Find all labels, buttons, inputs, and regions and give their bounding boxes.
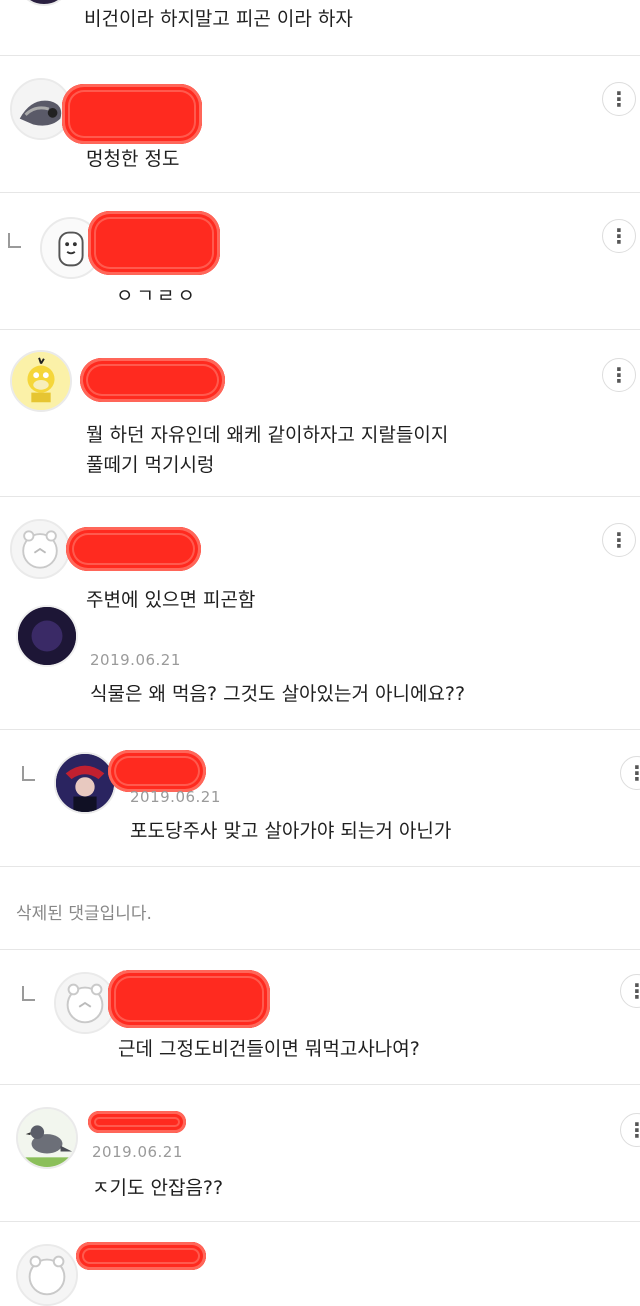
comment-item: 2019.06.21 ㅈ기도 안잡음?? ⋮	[0, 1085, 640, 1221]
reply-indicator-icon	[22, 766, 35, 781]
comment-text: ㅇㄱㄹㅇ	[116, 285, 198, 307]
more-options-button[interactable]: ⋮	[602, 219, 636, 253]
comment-item: 주변에 있으면 피곤함 ⋮	[0, 497, 640, 637]
comment-item: 멍청한 정도 ⋮	[0, 56, 640, 192]
comment-item: ㅇㄱㄹㅇ ⋮	[0, 193, 640, 329]
redacted-username	[66, 527, 201, 571]
deleted-comment: 삭제된 댓글입니다.	[0, 867, 640, 949]
more-vertical-icon: ⋮	[609, 363, 629, 387]
redacted-username	[108, 970, 270, 1028]
redacted-username	[80, 358, 225, 402]
more-vertical-icon: ⋮	[609, 528, 629, 552]
redacted-username	[108, 750, 206, 792]
psyduck-avatar-icon[interactable]	[10, 350, 72, 412]
more-vertical-icon: ⋮	[609, 87, 629, 111]
more-options-button[interactable]: ⋮	[620, 756, 640, 790]
comment-text: 비건이라 하지말고 피곤 이라 하자	[84, 8, 353, 30]
comment-text: 주변에 있으면 피곤함	[86, 589, 256, 611]
comment-text-line-1: 뭘 하던 자유인데 왜케 같이하자고 지랄들이지	[86, 424, 449, 446]
pigeon-avatar-icon[interactable]	[16, 1107, 78, 1169]
dark-photo-avatar-icon[interactable]	[54, 752, 116, 814]
comment-item	[0, 1222, 640, 1306]
comment-text: 멍청한 정도	[86, 148, 180, 170]
more-options-button[interactable]: ⋮	[620, 1113, 640, 1147]
reply-indicator-icon	[22, 986, 35, 1001]
more-vertical-icon: ⋮	[609, 224, 629, 248]
more-options-button[interactable]: ⋮	[602, 82, 636, 116]
redacted-username	[62, 84, 202, 144]
comment-item: 2019.06.21 식물은 왜 먹음? 그것도 살아있는거 아니에요??	[0, 605, 640, 729]
more-options-button[interactable]: ⋮	[620, 974, 640, 1008]
more-vertical-icon: ⋮	[627, 761, 640, 785]
comment-item: 근데 그정도비건들이면 뭐먹고사나여? ⋮	[0, 950, 640, 1084]
comment-text-line-2: 풀떼기 먹기시렁	[86, 454, 215, 476]
comment-item: 비건이라 하지말고 피곤 이라 하자	[0, 0, 640, 56]
comment-date: 2019.06.21	[90, 651, 181, 669]
more-vertical-icon: ⋮	[627, 979, 640, 1003]
more-options-button[interactable]: ⋮	[602, 523, 636, 557]
comment-text: 식물은 왜 먹음? 그것도 살아있는거 아니에요??	[90, 683, 466, 705]
comment-date: 2019.06.21	[92, 1143, 183, 1161]
dark-photo-avatar-icon[interactable]	[16, 605, 78, 667]
default-bear-avatar-icon[interactable]	[16, 1244, 78, 1306]
default-bear-avatar-icon[interactable]	[10, 519, 70, 579]
comment-text: 포도당주사 맞고 살아가야 되는거 아닌가	[130, 820, 452, 842]
redacted-username	[88, 211, 220, 275]
deleted-comment-text: 삭제된 댓글입니다.	[16, 904, 152, 924]
comment-text: ㅈ기도 안잡음??	[92, 1177, 224, 1199]
more-vertical-icon: ⋮	[627, 1118, 640, 1142]
comment-date: 2019.06.21	[130, 788, 221, 806]
redacted-username	[88, 1111, 186, 1133]
avatar[interactable]	[16, 0, 72, 6]
more-options-button[interactable]: ⋮	[602, 358, 636, 392]
default-bear-avatar-icon[interactable]	[54, 972, 116, 1034]
redacted-username	[76, 1242, 206, 1270]
comment-item: 2019.06.21 포도당주사 맞고 살아가야 되는거 아닌가 ⋮	[0, 730, 640, 866]
reply-indicator-icon	[8, 233, 21, 248]
comment-item: 뭘 하던 자유인데 왜케 같이하자고 지랄들이지 풀떼기 먹기시렁 ⋮	[0, 330, 640, 496]
comment-text: 근데 그정도비건들이면 뭐먹고사나여?	[118, 1038, 420, 1060]
